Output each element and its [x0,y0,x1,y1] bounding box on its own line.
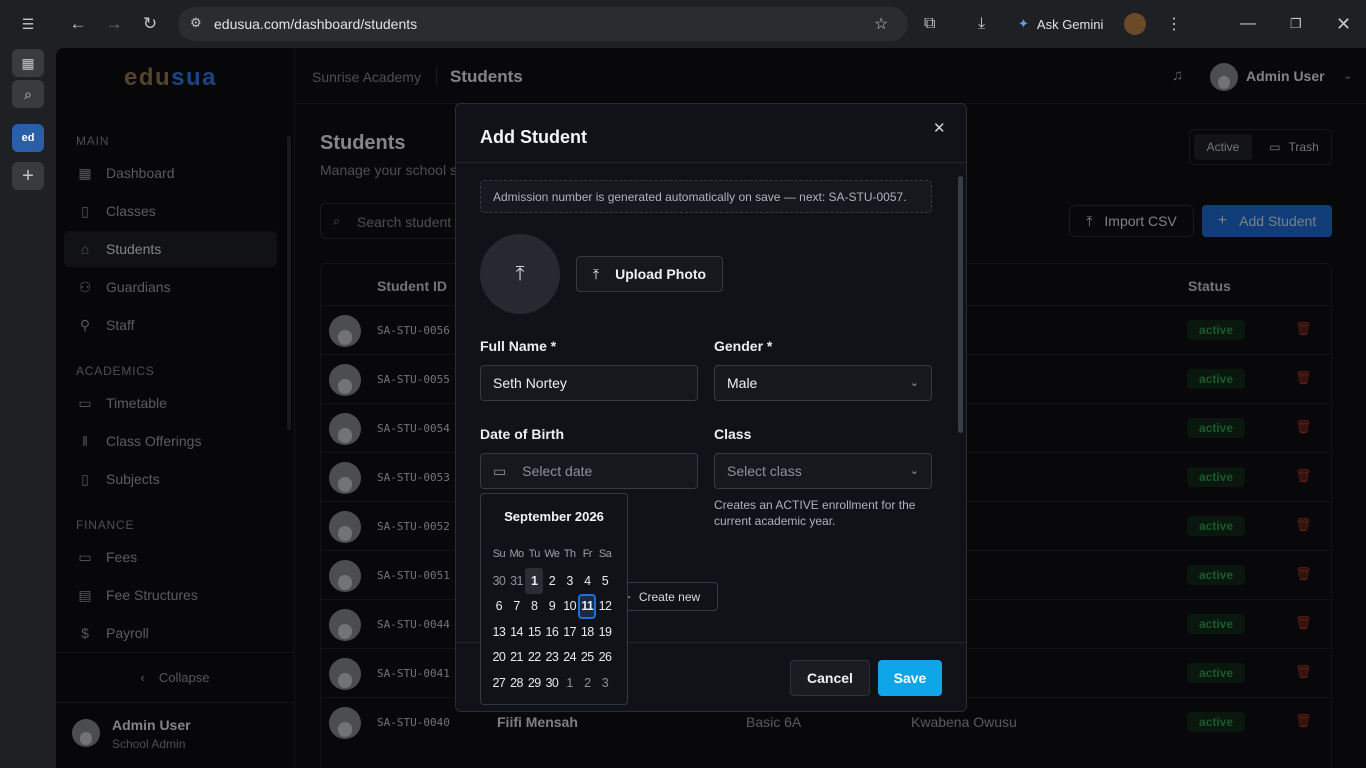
forward-icon[interactable]: → [100,10,128,38]
browser-toolbar: ← → ↻ ⚙ edusua.com/dashboard/students ☆ … [56,0,1366,48]
chevron-down-icon: ⌄ [909,465,919,477]
edusua-tab-icon[interactable]: ed [12,124,44,152]
calendar-day[interactable]: 22 [525,645,543,671]
class-label: Class [714,426,752,442]
weekday-header: Th [563,548,576,560]
calendar-day[interactable]: 1 [561,670,579,696]
ask-gemini-button[interactable]: ✦ Ask Gemini [1018,10,1103,38]
photo-upload-circle[interactable]: ⤒ [480,234,560,314]
calendar-day[interactable]: 2 [543,568,561,594]
calendar-day[interactable]: 20 [490,645,508,671]
calendar-day[interactable]: 24 [561,645,579,671]
minimize-icon[interactable]: — [1240,10,1256,38]
url-text: edusua.com/dashboard/students [214,16,418,32]
address-bar[interactable]: ⚙ edusua.com/dashboard/students ☆ [178,7,908,41]
calendar-icon: ▭ [493,462,507,479]
calendar-day[interactable]: 28 [508,670,526,696]
calendar-day[interactable]: 17 [561,619,579,645]
calendar-day[interactable]: 14 [508,619,526,645]
modal-scrollbar[interactable] [958,176,963,433]
calendar-day[interactable]: 25 [578,645,596,671]
admission-notice: Admission number is generated automatica… [480,180,932,213]
profile-avatar[interactable] [1124,13,1146,35]
download-icon[interactable]: ⤓ [978,10,985,38]
weekday-header: Tu [528,548,541,560]
divider [456,162,966,163]
save-button[interactable]: Save [878,660,942,696]
calendar-day[interactable]: 26 [596,645,614,671]
calendar-day[interactable]: 19 [596,619,614,645]
weekday-header: Mo [509,548,524,560]
calendar-day[interactable]: 3 [596,670,614,696]
class-select[interactable]: Select class ⌄ [714,453,932,489]
close-icon[interactable]: ✕ [933,119,946,137]
weekday-header: Su [492,548,506,560]
calendar-day[interactable]: 12 [596,594,614,620]
calendar-day[interactable]: 2 [578,670,596,696]
calendar-day[interactable]: 31 [508,568,526,594]
modal-title: Add Student [480,127,587,147]
calendar-grid: Su Mo Tu We Th Fr Sa 30 31 1 2 3 4 5 6 7 8 9 10 11 12 13 14 15 1… [490,544,622,696]
dob-field[interactable]: ▭ Select date [480,453,698,489]
browser-menu-icon[interactable]: ⋮ [1166,10,1182,38]
close-window-icon[interactable]: ✕ [1336,10,1351,38]
full-name-label: Full Name * [480,338,557,354]
calendar-day[interactable]: 11 [578,593,597,619]
upload-icon: ⤒ [592,265,600,282]
extensions-icon[interactable]: ⧉ [924,10,935,38]
gender-select[interactable]: Male ⌄ [714,365,932,401]
calendar-day[interactable]: 4 [578,568,596,594]
calendar-day[interactable]: 27 [490,670,508,696]
calendar-day[interactable]: 5 [596,568,614,594]
ask-gemini-label: Ask Gemini [1036,16,1104,32]
calendar-day[interactable]: 10 [561,594,579,620]
search-tabs-icon[interactable]: ⌕ [12,80,44,108]
bookmark-star-icon[interactable]: ☆ [874,14,888,34]
calendar-day[interactable]: 1 [525,568,544,594]
calendar-day[interactable]: 18 [578,619,596,645]
calendar-day[interactable]: 6 [490,594,508,620]
app-window: edusua MAIN ▦ Dashboard ▯ Classes ⌂ Student… [56,48,1366,768]
weekday-header: We [544,548,560,560]
calendar-day[interactable]: 8 [525,594,543,620]
calendar-day[interactable]: 23 [543,645,561,671]
new-tab-icon[interactable]: + [12,162,44,190]
class-hint: Creates an ACTIVE enrollment for the cur… [714,498,916,528]
gender-label: Gender * [714,338,773,354]
chevron-down-icon: ⌄ [909,377,919,389]
calendar-day[interactable]: 13 [490,619,508,645]
date-picker-popover: ‹ September 2026 › Su Mo Tu We Th Fr Sa 30 31 1 2 3… [480,493,628,705]
gemini-icon: ✦ [1018,16,1029,31]
calendar-day[interactable]: 21 [508,645,526,671]
calendar-day[interactable]: 30 [490,568,508,594]
dob-label: Date of Birth [480,426,564,442]
calendar-month-label: September 2026 [504,509,604,524]
reload-icon[interactable]: ↻ [136,10,164,38]
restore-icon[interactable]: ❐ [1290,10,1302,38]
calendar-day[interactable]: 29 [525,670,543,696]
sidebar-toggle-icon[interactable]: ☰ [12,10,44,38]
weekday-header: Sa [598,548,612,560]
calendar-day[interactable]: 7 [508,594,526,620]
site-info-icon[interactable]: ⚙ [190,15,202,31]
upload-icon: ⤒ [515,262,525,285]
upload-photo-button[interactable]: ⤒ Upload Photo [576,256,723,292]
calendar-day[interactable]: 9 [543,594,561,620]
calendar-day[interactable]: 30 [543,670,561,696]
next-month-icon[interactable]: › [593,507,597,522]
weekday-header: Fr [582,548,593,560]
full-name-field[interactable]: Seth Nortey [480,365,698,401]
back-icon[interactable]: ← [64,10,92,38]
apps-grid-icon[interactable]: ▦ [12,49,44,77]
calendar-day[interactable]: 15 [525,619,543,645]
cancel-button[interactable]: Cancel [790,660,870,696]
calendar-day[interactable]: 16 [543,619,561,645]
calendar-day[interactable]: 3 [561,568,579,594]
browser-side-rail: ☰ ▦ ⌕ ed + [0,0,56,768]
